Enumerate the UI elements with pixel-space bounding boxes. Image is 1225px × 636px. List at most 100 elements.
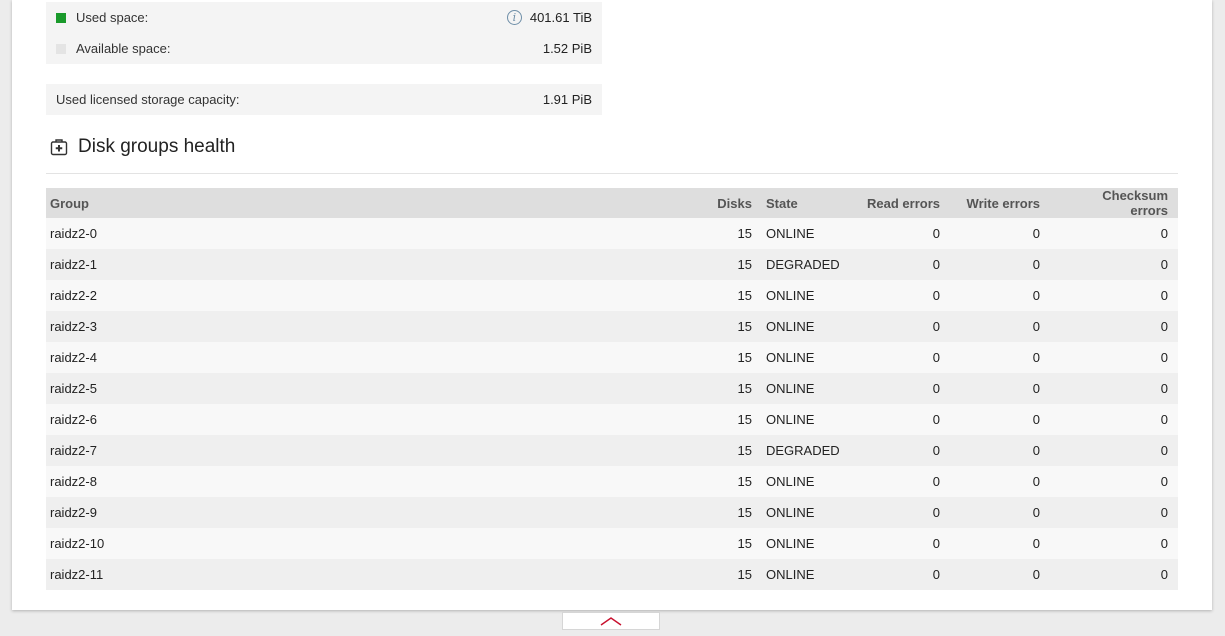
used-space-label: Used space:: [76, 10, 149, 25]
cell-state: ONLINE: [756, 311, 851, 342]
used-space-row: Used space: i 401.61 TiB: [46, 2, 602, 33]
cell-read-errors: 0: [851, 342, 958, 373]
table-body: raidz2-0 15 ONLINE 0 0 0 raidz2-1 15 DEGRADED 0 0 0…: [46, 218, 1178, 590]
cell-state: ONLINE: [756, 404, 851, 435]
section-title: Disk groups health: [78, 136, 236, 157]
cell-write-errors: 0: [958, 559, 1058, 590]
cell-write-errors: 0: [958, 280, 1058, 311]
column-header-group[interactable]: Group: [46, 188, 708, 218]
cell-state: ONLINE: [756, 466, 851, 497]
cell-state: ONLINE: [756, 559, 851, 590]
cell-read-errors: 0: [851, 373, 958, 404]
table-row[interactable]: raidz2-6 15 ONLINE 0 0 0: [46, 404, 1178, 435]
cell-disks: 15: [708, 218, 756, 249]
cell-group: raidz2-8: [46, 466, 708, 497]
medical-kit-icon: [50, 139, 68, 156]
cell-write-errors: 0: [958, 466, 1058, 497]
column-header-write-errors[interactable]: Write errors: [958, 188, 1058, 218]
table-row[interactable]: raidz2-3 15 ONLINE 0 0 0: [46, 311, 1178, 342]
cell-read-errors: 0: [851, 435, 958, 466]
disk-groups-health-header: Disk groups health: [50, 136, 235, 158]
cell-disks: 15: [708, 342, 756, 373]
cell-disks: 15: [708, 373, 756, 404]
cell-write-errors: 0: [958, 342, 1058, 373]
available-space-row: Available space: 1.52 PiB: [46, 33, 602, 64]
cell-disks: 15: [708, 559, 756, 590]
table-row[interactable]: raidz2-2 15 ONLINE 0 0 0: [46, 280, 1178, 311]
cell-disks: 15: [708, 404, 756, 435]
table-row[interactable]: raidz2-9 15 ONLINE 0 0 0: [46, 497, 1178, 528]
main-panel: Used space: i 401.61 TiB Available space…: [12, 0, 1212, 610]
chevron-up-icon: [600, 617, 622, 626]
cell-write-errors: 0: [958, 218, 1058, 249]
cell-disks: 15: [708, 249, 756, 280]
cell-read-errors: 0: [851, 466, 958, 497]
column-header-disks[interactable]: Disks: [708, 188, 756, 218]
column-header-read-errors[interactable]: Read errors: [851, 188, 958, 218]
cell-state: ONLINE: [756, 373, 851, 404]
column-header-state[interactable]: State: [756, 188, 851, 218]
cell-checksum-errors: 0: [1058, 559, 1178, 590]
cell-state: DEGRADED: [756, 249, 851, 280]
cell-group: raidz2-6: [46, 404, 708, 435]
table-row[interactable]: raidz2-11 15 ONLINE 0 0 0: [46, 559, 1178, 590]
table-row[interactable]: raidz2-1 15 DEGRADED 0 0 0: [46, 249, 1178, 280]
cell-group: raidz2-4: [46, 342, 708, 373]
cell-state: ONLINE: [756, 342, 851, 373]
cell-group: raidz2-2: [46, 280, 708, 311]
cell-read-errors: 0: [851, 280, 958, 311]
table-row[interactable]: raidz2-0 15 ONLINE 0 0 0: [46, 218, 1178, 249]
cell-group: raidz2-3: [46, 311, 708, 342]
table-row[interactable]: raidz2-7 15 DEGRADED 0 0 0: [46, 435, 1178, 466]
cell-read-errors: 0: [851, 559, 958, 590]
cell-disks: 15: [708, 435, 756, 466]
table-header-row: Group Disks State Read errors Write erro…: [46, 188, 1178, 218]
cell-write-errors: 0: [958, 528, 1058, 559]
licensed-capacity-label: Used licensed storage capacity:: [56, 92, 240, 107]
cell-checksum-errors: 0: [1058, 435, 1178, 466]
cell-checksum-errors: 0: [1058, 249, 1178, 280]
table-row[interactable]: raidz2-10 15 ONLINE 0 0 0: [46, 528, 1178, 559]
cell-write-errors: 0: [958, 404, 1058, 435]
licensed-capacity-row: Used licensed storage capacity: 1.91 PiB: [46, 84, 602, 115]
column-header-checksum-errors[interactable]: Checksum errors: [1058, 188, 1178, 218]
available-space-value: 1.52 PiB: [542, 41, 592, 56]
available-space-label: Available space:: [76, 41, 171, 56]
cell-disks: 15: [708, 528, 756, 559]
cell-read-errors: 0: [851, 218, 958, 249]
scroll-to-top-button[interactable]: [562, 612, 660, 630]
cell-group: raidz2-11: [46, 559, 708, 590]
cell-state: ONLINE: [756, 528, 851, 559]
disk-groups-table: Group Disks State Read errors Write erro…: [46, 188, 1178, 590]
licensed-capacity-value: 1.91 PiB: [542, 92, 592, 107]
cell-read-errors: 0: [851, 528, 958, 559]
cell-group: raidz2-1: [46, 249, 708, 280]
info-icon[interactable]: i: [506, 10, 522, 25]
cell-checksum-errors: 0: [1058, 497, 1178, 528]
table-row[interactable]: raidz2-5 15 ONLINE 0 0 0: [46, 373, 1178, 404]
cell-disks: 15: [708, 466, 756, 497]
table-row[interactable]: raidz2-4 15 ONLINE 0 0 0: [46, 342, 1178, 373]
cell-group: raidz2-5: [46, 373, 708, 404]
cell-checksum-errors: 0: [1058, 311, 1178, 342]
cell-read-errors: 0: [851, 497, 958, 528]
available-space-swatch: [56, 43, 66, 54]
cell-read-errors: 0: [851, 404, 958, 435]
cell-disks: 15: [708, 280, 756, 311]
cell-group: raidz2-0: [46, 218, 708, 249]
cell-state: ONLINE: [756, 497, 851, 528]
cell-read-errors: 0: [851, 249, 958, 280]
cell-state: ONLINE: [756, 218, 851, 249]
used-space-value: 401.61 TiB: [529, 10, 592, 25]
table-row[interactable]: raidz2-8 15 ONLINE 0 0 0: [46, 466, 1178, 497]
cell-disks: 15: [708, 497, 756, 528]
cell-disks: 15: [708, 311, 756, 342]
cell-write-errors: 0: [958, 311, 1058, 342]
cell-state: ONLINE: [756, 280, 851, 311]
cell-group: raidz2-10: [46, 528, 708, 559]
used-space-swatch: [56, 12, 66, 23]
cell-group: raidz2-7: [46, 435, 708, 466]
cell-write-errors: 0: [958, 497, 1058, 528]
cell-checksum-errors: 0: [1058, 466, 1178, 497]
cell-write-errors: 0: [958, 373, 1058, 404]
